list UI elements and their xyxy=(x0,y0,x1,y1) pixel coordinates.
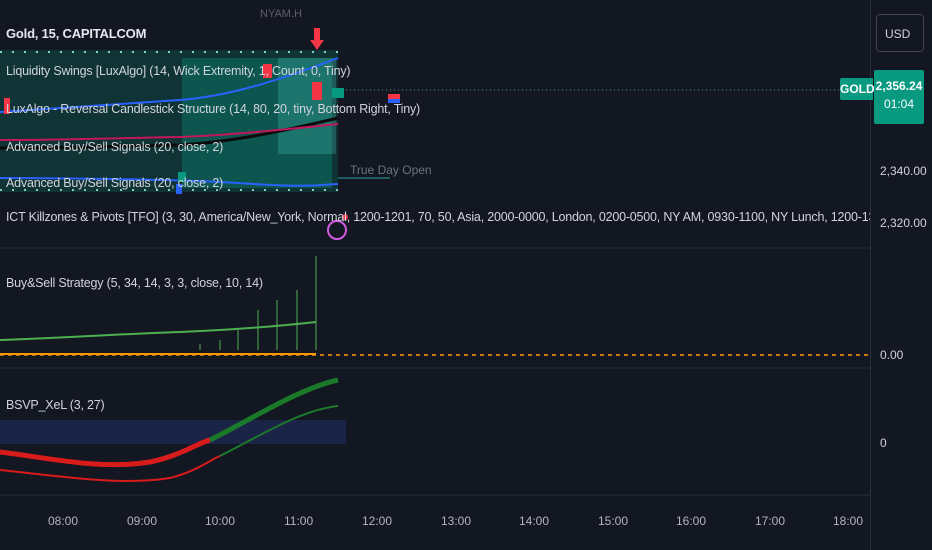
time-tick: 18:00 xyxy=(833,514,864,528)
main-chart-canvas[interactable] xyxy=(0,0,870,550)
time-tick: 13:00 xyxy=(441,514,472,528)
price-tick: 2,340.00 xyxy=(880,164,927,178)
time-tick: 08:00 xyxy=(48,514,79,528)
true-day-open-label: True Day Open xyxy=(350,163,432,177)
candle-red xyxy=(388,94,400,99)
sell-arrow-icon xyxy=(310,28,324,50)
bsvp-thin-red xyxy=(0,455,221,482)
time-tick: 12:00 xyxy=(362,514,393,528)
strategy-histogram xyxy=(199,256,317,350)
strategy-legend[interactable]: Buy&Sell Strategy (5, 34, 14, 3, 3, clos… xyxy=(6,276,263,290)
currency-button[interactable]: USD xyxy=(876,14,924,52)
time-tick: 15:00 xyxy=(598,514,629,528)
indicator-legend-advanced-1[interactable]: Advanced Buy/Sell Signals (20, close, 2) xyxy=(6,140,223,154)
indicator-legend-advanced-2[interactable]: Advanced Buy/Sell Signals (20, close, 2) xyxy=(6,176,223,190)
symbol-title[interactable]: Gold, 15, CAPITALCOM xyxy=(6,26,146,41)
candle-green xyxy=(332,88,344,98)
bsvp-legend[interactable]: BSVP_XeL (3, 27) xyxy=(6,398,105,412)
time-tick: 10:00 xyxy=(205,514,236,528)
price-tick: 2,320.00 xyxy=(880,216,927,230)
indicator-legend-reversal[interactable]: LuxAlgo - Reversal Candlestick Structure… xyxy=(6,102,420,116)
time-tick: 17:00 xyxy=(755,514,786,528)
nyam-label: NYAM.H xyxy=(260,8,302,20)
last-price-value: 2,356.24 xyxy=(875,79,923,93)
strategy-axis-value: 0.00 xyxy=(880,348,904,362)
bar-countdown: 01:04 xyxy=(883,97,915,111)
time-tick: 11:00 xyxy=(284,514,314,528)
last-price-tag: 2,356.24 01:04 xyxy=(874,70,924,124)
gold-symbol-tag: GOLD xyxy=(840,78,875,100)
indicator-legend-liquidity[interactable]: Liquidity Swings [LuxAlgo] (14, Wick Ext… xyxy=(6,64,351,78)
time-tick: 09:00 xyxy=(127,514,158,528)
candle-red xyxy=(312,82,322,100)
bsvp-shade xyxy=(0,420,346,444)
bsvp-axis-value: 0 xyxy=(880,436,887,450)
time-tick: 14:00 xyxy=(519,514,550,528)
time-tick: 16:00 xyxy=(676,514,707,528)
strategy-signal-line xyxy=(0,321,317,341)
indicator-legend-ict[interactable]: ICT Killzones & Pivots [TFO] (3, 30, Ame… xyxy=(6,210,872,224)
